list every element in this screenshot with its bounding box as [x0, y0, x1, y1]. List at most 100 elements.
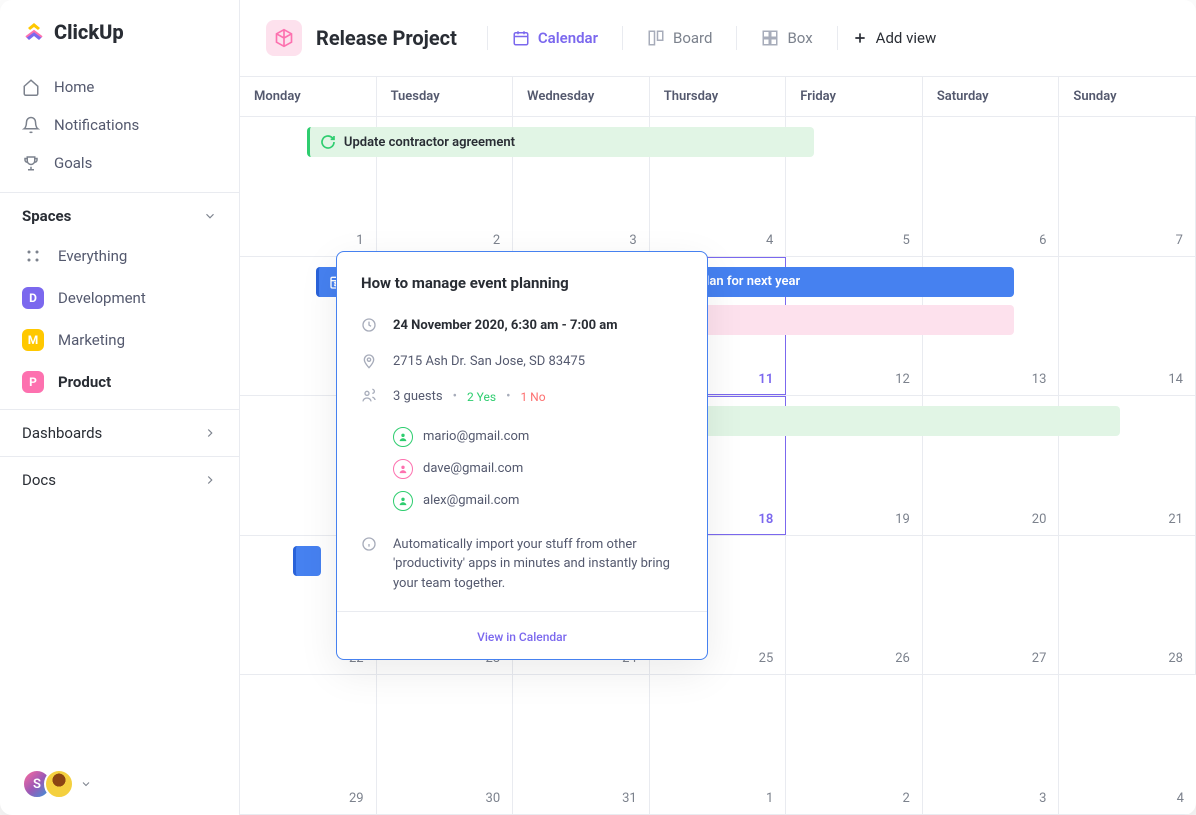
event-green-bar[interactable] — [661, 406, 1120, 436]
day-head-sat: Saturday — [923, 77, 1060, 116]
info-icon — [361, 536, 377, 552]
popover-datetime: 24 November 2020, 6:30 am - 7:00 am — [393, 316, 683, 336]
sidebar: ClickUp Home Notifications Goals Spaces … — [0, 0, 240, 815]
calendar-cell[interactable]: 1 — [650, 675, 787, 814]
calendar-cell[interactable]: 7 — [1059, 117, 1196, 256]
tab-box[interactable]: Box — [751, 23, 822, 53]
bell-icon — [22, 116, 40, 134]
chevron-right-icon — [203, 426, 217, 440]
calendar-cell[interactable]: 4 — [1059, 675, 1196, 814]
main-content: Release Project Calendar Board Box Add v… — [240, 0, 1196, 815]
event-blue-partial[interactable] — [293, 546, 322, 576]
calendar-cell[interactable]: 3 — [923, 675, 1060, 814]
space-badge-d: D — [22, 287, 44, 309]
calendar-cell[interactable]: 31 — [513, 675, 650, 814]
calendar-cell[interactable]: 29 — [240, 675, 377, 814]
clock-icon — [361, 317, 377, 333]
nav-notifications-label: Notifications — [54, 116, 139, 134]
divider — [487, 26, 488, 50]
nav-dashboards-label: Dashboards — [22, 424, 102, 442]
event-popover: How to manage event planning 24 November… — [336, 251, 708, 660]
calendar-grid: Monday Tuesday Wednesday Thursday Friday… — [240, 77, 1196, 815]
guest-row: dave@gmail.com — [393, 453, 683, 485]
project-title: Release Project — [316, 26, 457, 50]
space-product-label: Product — [58, 373, 111, 391]
space-marketing-label: Marketing — [58, 331, 125, 349]
event-contractor-label: Update contractor agreement — [344, 135, 515, 150]
guest-row: mario@gmail.com — [393, 421, 683, 453]
popover-guests-no: 1 No — [520, 388, 545, 406]
event-pink-bar[interactable] — [661, 305, 1015, 335]
space-everything[interactable]: Everything — [0, 235, 239, 277]
divider — [622, 26, 623, 50]
guest-email: dave@gmail.com — [423, 461, 523, 476]
box-icon — [761, 29, 779, 47]
topbar: Release Project Calendar Board Box Add v… — [240, 0, 1196, 77]
day-head-fri: Friday — [786, 77, 923, 116]
space-development[interactable]: D Development — [0, 277, 239, 319]
add-view-label: Add view — [876, 29, 937, 47]
avatar-user-2 — [44, 769, 74, 799]
guest-avatar-icon — [393, 459, 413, 479]
guest-row: alex@gmail.com — [393, 485, 683, 517]
event-next-year-label: Plan for next year — [698, 274, 801, 289]
chevron-down-icon — [80, 778, 92, 790]
calendar-cell[interactable]: 2 — [786, 675, 923, 814]
board-icon — [647, 29, 665, 47]
calendar-cell[interactable]: 26 — [786, 536, 923, 675]
day-head-wed: Wednesday — [513, 77, 650, 116]
project-icon[interactable] — [266, 20, 302, 56]
tab-calendar[interactable]: Calendar — [502, 23, 608, 53]
cube-icon — [274, 28, 294, 48]
divider — [736, 26, 737, 50]
event-next-year[interactable]: 31 Plan for next year — [661, 267, 1015, 297]
day-head-mon: Monday — [240, 77, 377, 116]
nav-goals[interactable]: Goals — [0, 144, 239, 182]
home-icon — [22, 78, 40, 96]
view-in-calendar-link[interactable]: View in Calendar — [477, 630, 567, 644]
popover-location: 2715 Ash Dr. San Jose, SD 83475 — [393, 352, 683, 372]
space-development-label: Development — [58, 289, 146, 307]
sync-icon — [320, 134, 336, 150]
space-badge-p: P — [22, 371, 44, 393]
chevron-right-icon — [203, 473, 217, 487]
brand-logo[interactable]: ClickUp — [0, 0, 239, 68]
user-avatars[interactable]: S — [0, 753, 239, 815]
nav-docs[interactable]: Docs — [0, 456, 239, 503]
space-badge-m: M — [22, 329, 44, 351]
popover-guest-count: 3 guests — [393, 387, 443, 407]
spaces-header-label: Spaces — [22, 207, 71, 225]
calendar-cell[interactable]: 30 — [377, 675, 514, 814]
calendar-cell[interactable]: 6 — [923, 117, 1060, 256]
guest-avatar-icon — [393, 491, 413, 511]
tab-board[interactable]: Board — [637, 23, 722, 53]
chevron-down-icon — [203, 209, 217, 223]
nav-docs-label: Docs — [22, 471, 56, 489]
everything-icon — [22, 245, 44, 267]
spaces-header[interactable]: Spaces — [0, 192, 239, 235]
space-marketing[interactable]: M Marketing — [0, 319, 239, 361]
clickup-logo-icon — [22, 20, 46, 44]
day-head-thu: Thursday — [650, 77, 787, 116]
add-view-button[interactable]: Add view — [852, 29, 937, 47]
event-contractor[interactable]: Update contractor agreement — [307, 127, 814, 157]
nav-goals-label: Goals — [54, 154, 92, 172]
brand-name: ClickUp — [54, 20, 124, 44]
divider — [837, 26, 838, 50]
guest-avatar-icon — [393, 427, 413, 447]
plus-icon — [852, 30, 868, 46]
day-head-tue: Tuesday — [377, 77, 514, 116]
tab-board-label: Board — [673, 29, 712, 47]
nav-home-label: Home — [54, 78, 94, 96]
guest-email: alex@gmail.com — [423, 493, 519, 508]
popover-description: Automatically import your stuff from oth… — [393, 535, 683, 594]
nav-notifications[interactable]: Notifications — [0, 106, 239, 144]
calendar-cell[interactable]: 27 — [923, 536, 1060, 675]
nav-dashboards[interactable]: Dashboards — [0, 409, 239, 456]
space-product[interactable]: P Product — [0, 361, 239, 403]
guest-email: mario@gmail.com — [423, 429, 529, 444]
calendar-icon — [512, 29, 530, 47]
calendar-cell[interactable]: 14 — [1059, 257, 1196, 396]
calendar-cell[interactable]: 28 — [1059, 536, 1196, 675]
nav-home[interactable]: Home — [0, 68, 239, 106]
